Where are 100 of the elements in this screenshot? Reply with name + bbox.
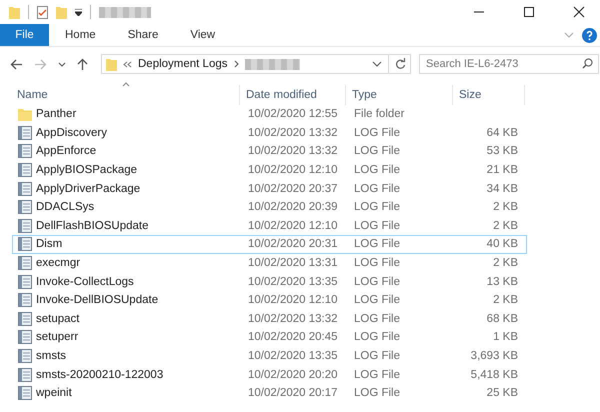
breadcrumb[interactable]: Deployment Logs [138, 58, 228, 70]
date-cell-text: 10/02/2020 13:35 [247, 350, 339, 362]
size-cell-text: 3,693 KB [470, 350, 519, 362]
document-icon [18, 274, 32, 289]
maximize-icon[interactable] [523, 6, 535, 18]
file-row[interactable]: Invoke-CollectLogs 10/02/2020 13:35 LOG File 13 KB [12, 272, 527, 291]
document-icon [18, 256, 32, 270]
sort-caret-icon [122, 82, 130, 87]
date-cell-text: 10/02/2020 20:37 [247, 182, 339, 195]
file-name: smsts [36, 350, 66, 362]
type-cell-text: LOG File [353, 350, 402, 362]
file-name: setuperr [36, 331, 78, 344]
size-cell-text: 68 KB [486, 312, 519, 325]
document-icon [18, 144, 32, 158]
file-row[interactable]: setupact 10/02/2020 13:32 LOG File 68 KB [12, 310, 527, 328]
document-icon [18, 349, 32, 364]
ribbon-tab[interactable]: File [0, 24, 49, 46]
help-icon[interactable] [582, 28, 597, 42]
size-cell-text: 5,418 KB [470, 368, 519, 381]
file-row[interactable]: smsts 10/02/2020 13:35 LOG File 3,693 KB [12, 346, 527, 366]
size-cell-text: 2 KB [492, 220, 519, 232]
date-cell-text: 10/02/2020 12:10 [247, 220, 339, 232]
size-cell-text: 2 KB [492, 294, 519, 306]
file-name: ApplyBIOSPackage [36, 164, 138, 176]
search-icon[interactable] [582, 58, 593, 69]
size-cell-text: 34 KB [486, 182, 519, 195]
file-row[interactable]: AppEnforce 10/02/2020 13:32 LOG File 53 KB [12, 142, 527, 161]
up-arrow-icon[interactable] [77, 58, 88, 70]
file-name: Invoke-DellBIOSUpdate [36, 294, 158, 306]
file-row[interactable]: wpeinit 10/02/2020 20:17 LOG File 25 KB [12, 384, 527, 402]
file-name: setupact [36, 312, 80, 325]
file-row[interactable]: ApplyDriverPackage 10/02/2020 20:37 LOG File 34 KB [12, 179, 527, 198]
file-name: Panther [36, 108, 76, 120]
file-name: ApplyDriverPackage [36, 182, 140, 195]
chevron-down-icon[interactable] [372, 61, 382, 67]
file-row[interactable]: DDACLSys 10/02/2020 20:39 LOG File 2 KB [12, 198, 527, 217]
date-cell-text: 10/02/2020 20:31 [247, 238, 339, 250]
file-row[interactable]: ApplyBIOSPackage 10/02/2020 12:10 LOG File 21 KB [12, 160, 527, 180]
file-row[interactable]: AppDiscovery 10/02/2020 13:32 LOG File 64 KB [12, 124, 527, 142]
column-header[interactable]: Name [17, 85, 240, 105]
double-chevron-icon[interactable] [123, 60, 132, 68]
date-cell-text: 10/02/2020 20:45 [247, 331, 339, 344]
search-field[interactable]: Search IE-L6-2473 [419, 54, 599, 74]
chevron-right-icon[interactable] [234, 60, 238, 68]
back-arrow-icon[interactable] [10, 58, 23, 70]
ribbon-tab[interactable]: Share [112, 24, 174, 46]
redacted-breadcrumb [244, 58, 300, 70]
file-name: DDACLSys [36, 201, 94, 214]
file-name: AppEnforce [36, 145, 96, 158]
type-cell-text: LOG File [353, 126, 402, 139]
type-cell-text: LOG File [353, 368, 402, 381]
date-cell-text: 10/02/2020 13:32 [247, 312, 339, 325]
document-icon [18, 330, 32, 344]
document-icon [18, 218, 32, 233]
folder-icon [18, 108, 32, 121]
date-cell-text: 10/02/2020 13:35 [247, 276, 339, 288]
type-cell-text: LOG File [353, 294, 402, 306]
ribbon-tab[interactable]: Home [49, 24, 112, 46]
size-cell-text: 40 KB [486, 238, 519, 250]
type-cell-text: LOG File [353, 145, 402, 158]
date-cell-text: 10/02/2020 20:20 [247, 368, 339, 381]
date-cell-text: 10/02/2020 13:31 [247, 257, 339, 270]
properties-icon[interactable] [37, 6, 48, 18]
chevron-down-icon[interactable] [58, 62, 66, 66]
type-cell-text: LOG File [353, 182, 402, 195]
type-cell-text: LOG File [353, 164, 402, 176]
size-cell-text: 2 KB [492, 257, 519, 270]
file-row[interactable]: Invoke-DellBIOSUpdate 10/02/2020 12:10 LOG File 2 KB [12, 290, 527, 310]
document-icon [18, 293, 32, 308]
address-bar[interactable]: Deployment Logs [101, 54, 411, 74]
date-cell-text: 10/02/2020 20:39 [247, 201, 339, 214]
column-header[interactable]: Type [346, 85, 453, 105]
document-icon [18, 237, 32, 252]
file-row[interactable]: Dism 10/02/2020 20:31 LOG File 40 KB [12, 235, 527, 254]
date-cell-text: 10/02/2020 13:32 [247, 145, 339, 158]
type-cell-text: LOG File [353, 201, 402, 214]
size-cell-text: 21 KB [486, 164, 519, 176]
type-cell-text: LOG File [353, 331, 402, 344]
file-row[interactable]: setuperr 10/02/2020 20:45 LOG File 1 KB [12, 328, 527, 347]
column-header[interactable]: Date modified [240, 85, 346, 105]
file-row[interactable]: Panther 10/02/2020 12:55 File folder [12, 105, 527, 124]
date-cell-text: 10/02/2020 20:17 [247, 387, 339, 400]
document-icon [18, 200, 32, 214]
type-cell-text: LOG File [353, 257, 402, 270]
ribbon-tab[interactable]: View [174, 24, 232, 46]
file-name: Invoke-CollectLogs [36, 276, 134, 288]
file-row[interactable]: smsts-20200210-122003 10/02/2020 20:20 LOG File 5,418 KB [12, 365, 527, 384]
size-cell-text: 25 KB [486, 387, 519, 400]
document-icon [18, 368, 32, 382]
file-row[interactable]: DellFlashBIOSUpdate 10/02/2020 12:10 LOG File 2 KB [12, 216, 527, 236]
column-header[interactable]: Size [453, 85, 525, 105]
file-row[interactable]: execmgr 10/02/2020 13:31 LOG File 2 KB [12, 254, 527, 272]
dropdown-icon[interactable] [75, 8, 82, 16]
document-icon [18, 182, 32, 196]
refresh-icon[interactable] [395, 58, 406, 70]
document-icon [18, 163, 32, 178]
type-cell-text: LOG File [353, 312, 402, 325]
document-icon [18, 312, 32, 326]
file-name: smsts-20200210-122003 [36, 368, 164, 381]
close-icon[interactable] [573, 6, 585, 18]
